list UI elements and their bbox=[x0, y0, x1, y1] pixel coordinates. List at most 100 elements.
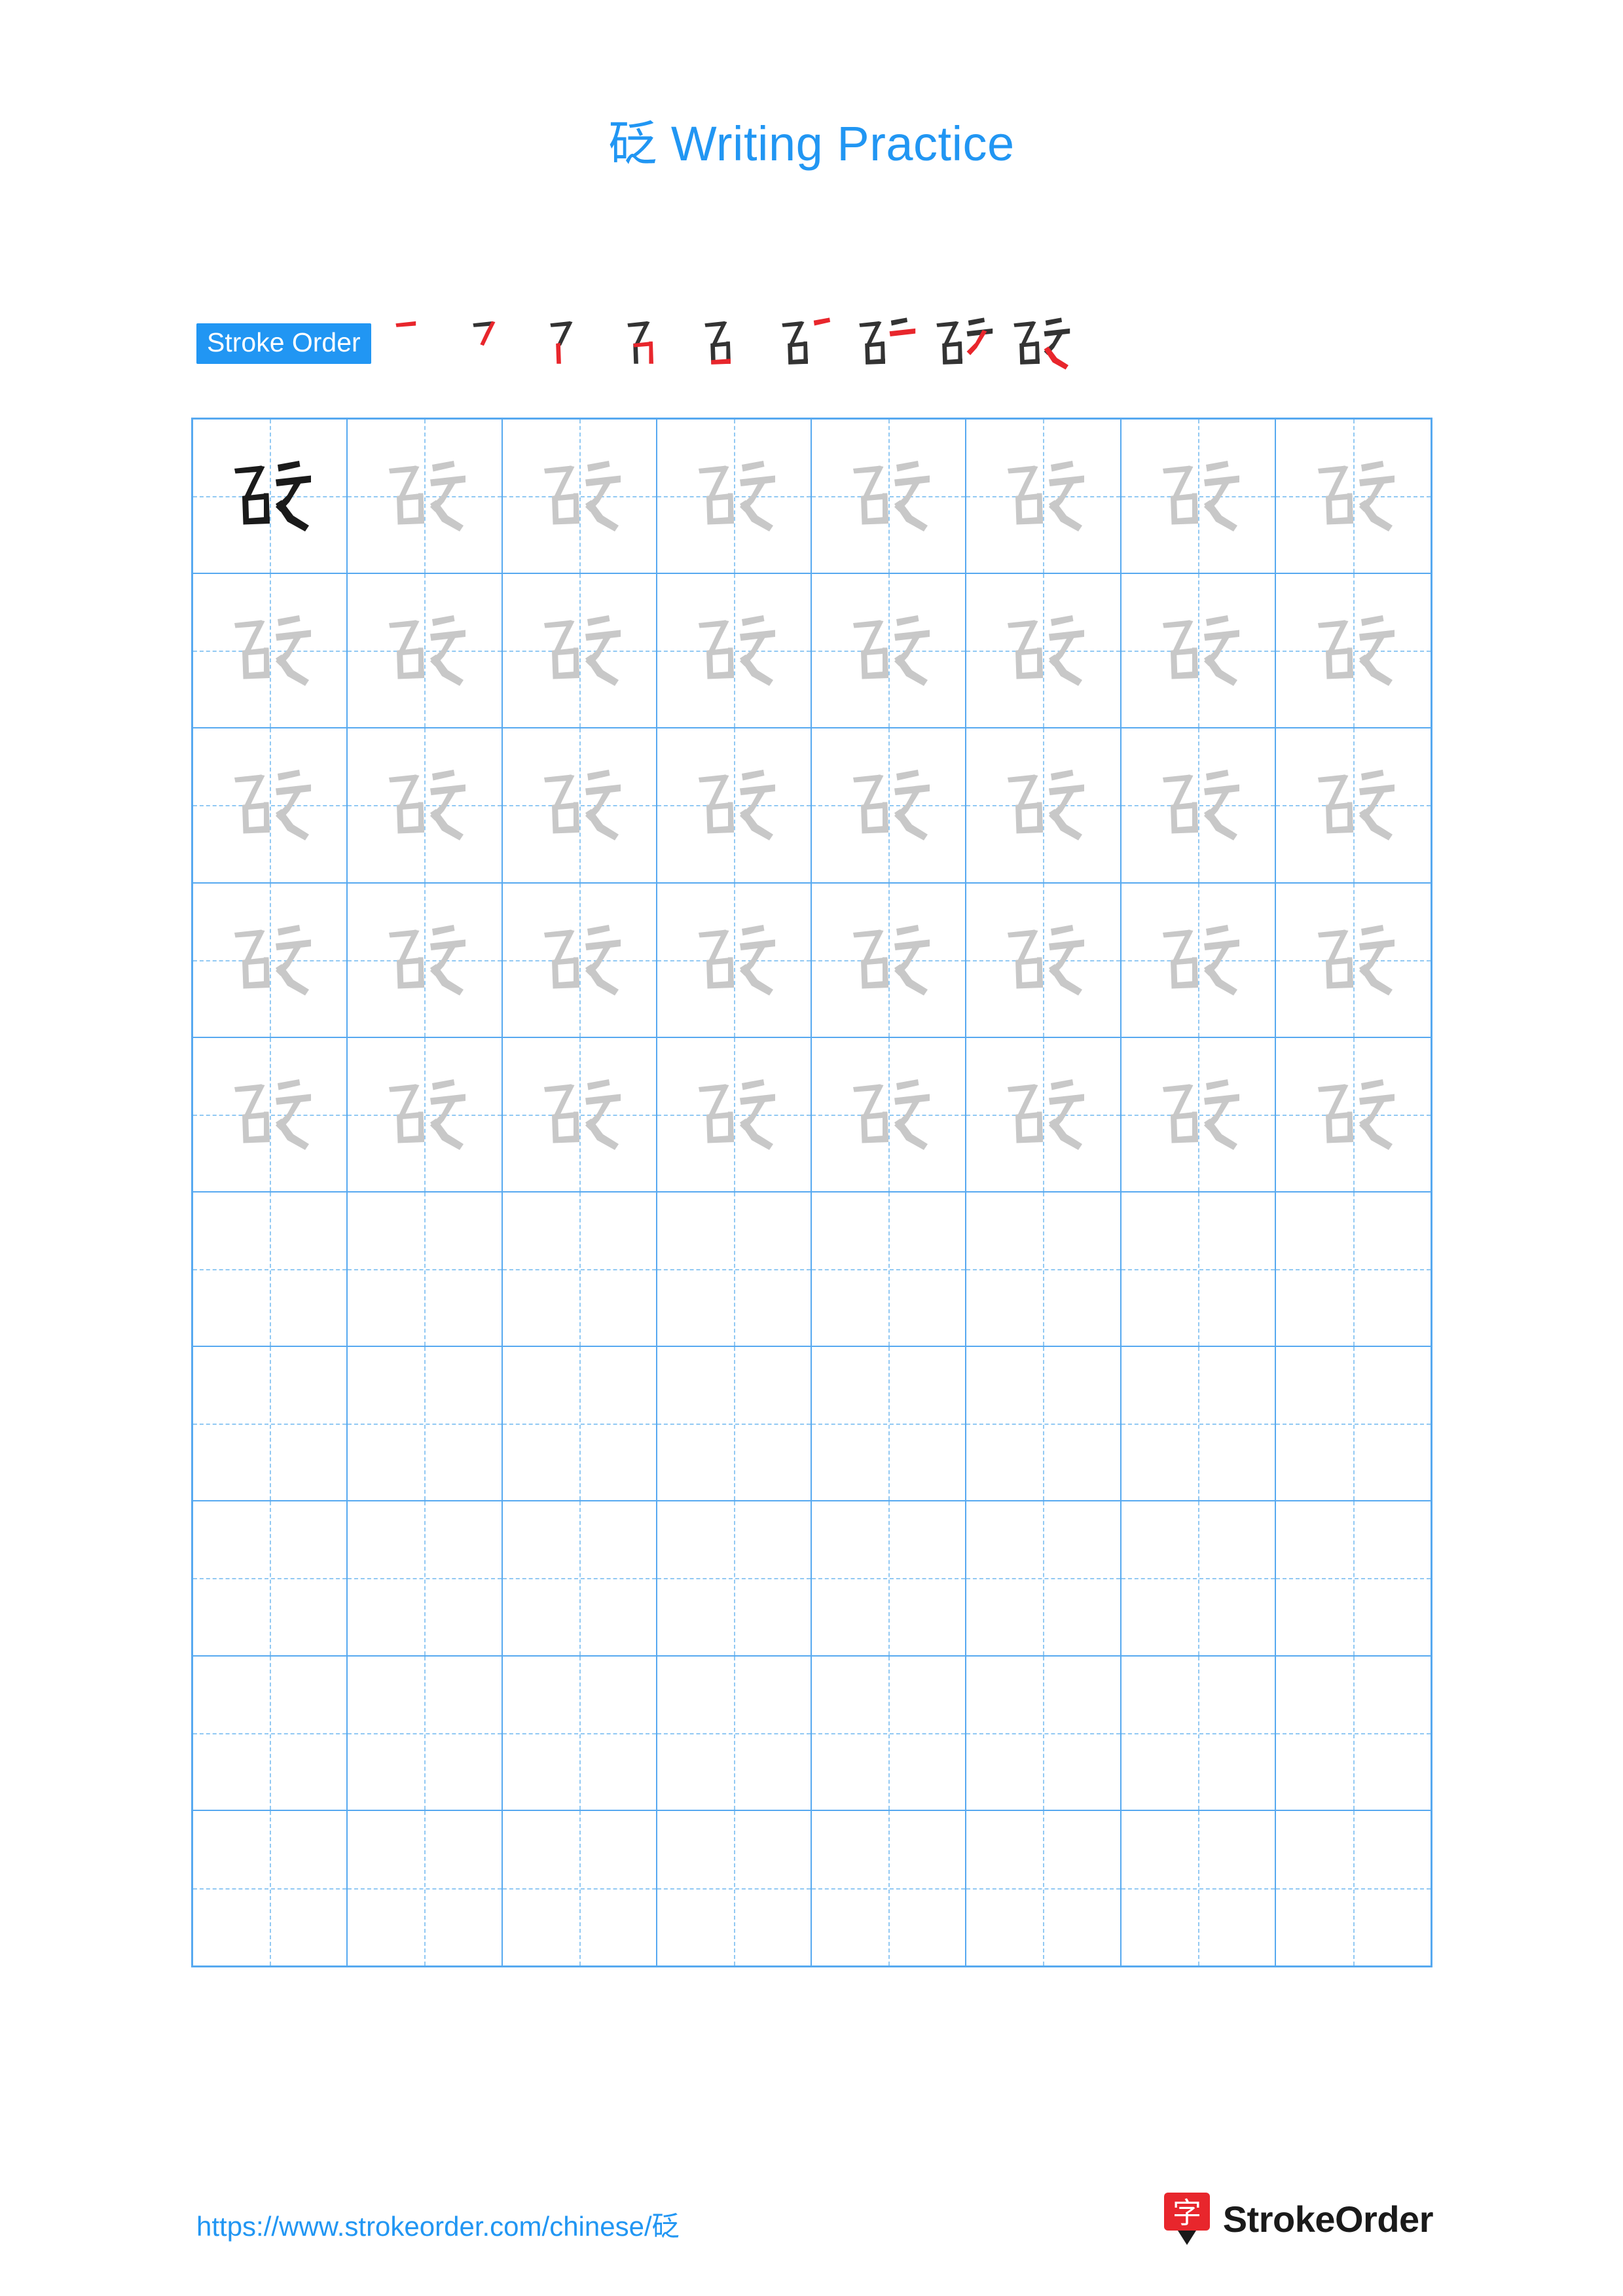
practice-cell[interactable] bbox=[502, 1501, 657, 1657]
practice-cell[interactable] bbox=[502, 728, 657, 884]
practice-cell[interactable] bbox=[348, 1192, 503, 1348]
practice-cell[interactable] bbox=[1275, 1037, 1431, 1193]
stroke-step-3 bbox=[538, 308, 615, 380]
trace-character bbox=[1122, 884, 1275, 1037]
practice-cell[interactable] bbox=[657, 1656, 812, 1811]
practice-cell[interactable] bbox=[502, 1192, 657, 1348]
practice-cell[interactable] bbox=[348, 420, 503, 575]
practice-cell[interactable] bbox=[812, 1501, 967, 1657]
practice-cell[interactable] bbox=[502, 1656, 657, 1811]
trace-character bbox=[1276, 574, 1431, 727]
practice-cell[interactable] bbox=[1121, 420, 1276, 575]
practice-cell[interactable] bbox=[1121, 1656, 1276, 1811]
practice-cell[interactable] bbox=[193, 1037, 348, 1193]
practice-cell[interactable] bbox=[1121, 1347, 1276, 1502]
page-title: 砭 Writing Practice bbox=[0, 105, 1623, 175]
practice-cell[interactable] bbox=[348, 1347, 503, 1502]
practice-cell[interactable] bbox=[502, 1810, 657, 1965]
practice-cell[interactable] bbox=[812, 728, 967, 884]
practice-cell[interactable] bbox=[657, 1347, 812, 1502]
practice-cell[interactable] bbox=[966, 728, 1122, 884]
practice-cell[interactable] bbox=[193, 1192, 348, 1348]
practice-cell[interactable] bbox=[657, 883, 812, 1038]
practice-cell[interactable] bbox=[193, 1656, 348, 1811]
practice-cell[interactable] bbox=[812, 1656, 967, 1811]
trace-character bbox=[812, 884, 965, 1037]
practice-cell[interactable] bbox=[1275, 574, 1431, 729]
practice-cell[interactable] bbox=[502, 883, 657, 1038]
practice-cell[interactable] bbox=[657, 1810, 812, 1965]
practice-cell[interactable] bbox=[966, 420, 1122, 575]
practice-cell[interactable] bbox=[966, 1810, 1122, 1965]
practice-cell[interactable] bbox=[1275, 1192, 1431, 1348]
practice-cell[interactable] bbox=[348, 574, 503, 729]
practice-cell[interactable] bbox=[348, 883, 503, 1038]
practice-cell[interactable] bbox=[193, 1501, 348, 1657]
practice-cell[interactable] bbox=[502, 1037, 657, 1193]
practice-cell[interactable] bbox=[657, 574, 812, 729]
practice-cell[interactable] bbox=[812, 1810, 967, 1965]
practice-cell[interactable] bbox=[1121, 883, 1276, 1038]
practice-cell[interactable] bbox=[966, 883, 1122, 1038]
trace-character bbox=[657, 884, 811, 1037]
practice-cell[interactable] bbox=[812, 1037, 967, 1193]
practice-cell[interactable] bbox=[657, 420, 812, 575]
practice-cell[interactable] bbox=[1121, 728, 1276, 884]
practice-cell[interactable] bbox=[1275, 728, 1431, 884]
practice-cell[interactable] bbox=[193, 1347, 348, 1502]
practice-cell[interactable] bbox=[502, 574, 657, 729]
practice-cell[interactable] bbox=[1275, 1656, 1431, 1811]
worksheet-page: 砭 Writing Practice Stroke Order https://… bbox=[0, 0, 1623, 2296]
practice-cell[interactable] bbox=[502, 420, 657, 575]
stroke-order-steps bbox=[383, 308, 1078, 380]
practice-cell[interactable] bbox=[348, 1501, 503, 1657]
trace-character bbox=[1122, 728, 1275, 882]
practice-cell[interactable] bbox=[657, 1037, 812, 1193]
practice-cell[interactable] bbox=[966, 1347, 1122, 1502]
trace-character bbox=[1122, 574, 1275, 727]
practice-cell[interactable] bbox=[348, 1810, 503, 1965]
practice-cell[interactable] bbox=[1275, 1810, 1431, 1965]
practice-cell[interactable] bbox=[1121, 574, 1276, 729]
practice-cell[interactable] bbox=[193, 420, 348, 575]
trace-character bbox=[348, 574, 501, 727]
trace-character bbox=[193, 574, 346, 727]
practice-cell[interactable] bbox=[193, 728, 348, 884]
trace-character bbox=[657, 420, 811, 573]
practice-cell[interactable] bbox=[1121, 1810, 1276, 1965]
trace-character bbox=[503, 884, 656, 1037]
practice-cell[interactable] bbox=[1275, 1501, 1431, 1657]
practice-cell[interactable] bbox=[966, 1192, 1122, 1348]
practice-cell[interactable] bbox=[966, 1037, 1122, 1193]
stroke-step-9 bbox=[1001, 308, 1078, 380]
practice-cell[interactable] bbox=[1275, 420, 1431, 575]
practice-cell[interactable] bbox=[812, 420, 967, 575]
practice-cell[interactable] bbox=[657, 1501, 812, 1657]
practice-cell[interactable] bbox=[812, 1347, 967, 1502]
trace-character bbox=[1122, 1038, 1275, 1191]
practice-cell[interactable] bbox=[966, 1656, 1122, 1811]
trace-character bbox=[1276, 728, 1431, 882]
practice-cell[interactable] bbox=[193, 1810, 348, 1965]
practice-cell[interactable] bbox=[1121, 1501, 1276, 1657]
practice-cell[interactable] bbox=[966, 1501, 1122, 1657]
practice-cell[interactable] bbox=[657, 728, 812, 884]
practice-cell[interactable] bbox=[348, 1037, 503, 1193]
practice-cell[interactable] bbox=[812, 1192, 967, 1348]
practice-cell[interactable] bbox=[1275, 883, 1431, 1038]
stroke-step-6 bbox=[769, 308, 847, 380]
practice-cell[interactable] bbox=[193, 883, 348, 1038]
practice-cell[interactable] bbox=[1275, 1347, 1431, 1502]
practice-cell[interactable] bbox=[812, 883, 967, 1038]
practice-cell[interactable] bbox=[1121, 1037, 1276, 1193]
practice-cell[interactable] bbox=[193, 574, 348, 729]
practice-cell[interactable] bbox=[966, 574, 1122, 729]
practice-cell[interactable] bbox=[812, 574, 967, 729]
practice-cell[interactable] bbox=[502, 1347, 657, 1502]
trace-character bbox=[966, 420, 1120, 573]
practice-cell[interactable] bbox=[657, 1192, 812, 1348]
footer-url[interactable]: https://www.strokeorder.com/chinese/砭 bbox=[196, 2204, 680, 2244]
practice-cell[interactable] bbox=[348, 1656, 503, 1811]
practice-cell[interactable] bbox=[1121, 1192, 1276, 1348]
practice-cell[interactable] bbox=[348, 728, 503, 884]
